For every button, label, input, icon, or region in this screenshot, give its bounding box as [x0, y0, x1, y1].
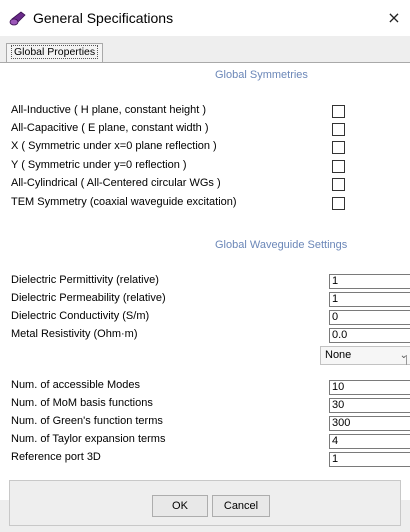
permittivity-field[interactable]: 1 [329, 274, 410, 289]
window-title: General Specifications [33, 10, 174, 26]
resistivity-field[interactable]: 0.0 [329, 328, 410, 343]
field-label: Dielectric Conductivity (S/m) [11, 310, 150, 322]
y-symmetry-checkbox[interactable] [332, 160, 345, 173]
button-bar: OK Cancel [9, 480, 401, 526]
permeability-field[interactable]: 1 [329, 292, 410, 307]
field-label: Num. of accessible Modes [11, 379, 140, 391]
reference-port-field[interactable]: 1 [329, 452, 410, 467]
title-bar: General Specifications × [0, 0, 410, 36]
all-capacitive-checkbox[interactable] [332, 123, 345, 136]
field-label: Reference port 3D [11, 451, 101, 463]
symmetry-label: Y ( Symmetric under y=0 reflection ) [11, 159, 187, 171]
symmetry-label: All-Cylindrical ( All-Centered circular … [11, 177, 221, 189]
resistivity-units-select[interactable]: None ⌄ [320, 346, 410, 365]
symmetries-heading: Global Symmetries [215, 69, 308, 81]
x-symmetry-checkbox[interactable] [332, 141, 345, 154]
all-inductive-checkbox[interactable] [332, 105, 345, 118]
conductivity-field[interactable]: 0 [329, 310, 410, 325]
field-label: Num. of Taylor expansion terms [11, 433, 166, 445]
ok-button[interactable]: OK [152, 495, 208, 517]
mom-basis-field[interactable]: 30 [329, 398, 410, 413]
select-value: None [325, 349, 352, 361]
accessible-modes-field[interactable]: 10 [329, 380, 410, 395]
tab-label: Global Properties [11, 45, 99, 59]
symmetry-label: All-Capacitive ( E plane, constant width… [11, 122, 209, 134]
tem-symmetry-checkbox[interactable] [332, 197, 345, 210]
app-icon [9, 11, 26, 26]
waveguide-heading: Global Waveguide Settings [215, 239, 348, 251]
symmetry-label: X ( Symmetric under x=0 plane reflection… [11, 140, 217, 152]
tab-global-properties[interactable]: Global Properties [6, 43, 104, 63]
taylor-terms-field[interactable]: 4 [329, 434, 410, 449]
close-icon[interactable]: × [384, 8, 404, 28]
cancel-button[interactable]: Cancel [212, 495, 270, 517]
symmetry-label: All-Inductive ( H plane, constant height… [11, 104, 207, 116]
dialog-body: Global Properties Global Symmetries All-… [0, 36, 410, 532]
divider [406, 355, 407, 365]
field-label: Metal Resistivity (Ohm·m) [11, 328, 138, 340]
symmetry-label: TEM Symmetry (coaxial waveguide excitati… [11, 196, 237, 208]
field-label: Num. of MoM basis functions [11, 397, 153, 409]
all-cylindrical-checkbox[interactable] [332, 178, 345, 191]
properties-panel: Global Symmetries All-Inductive ( H plan… [0, 62, 410, 500]
field-label: Num. of Green's function terms [11, 415, 163, 427]
field-label: Dielectric Permeability (relative) [11, 292, 166, 304]
greens-terms-field[interactable]: 300 [329, 416, 410, 431]
field-label: Dielectric Permittivity (relative) [11, 274, 159, 286]
